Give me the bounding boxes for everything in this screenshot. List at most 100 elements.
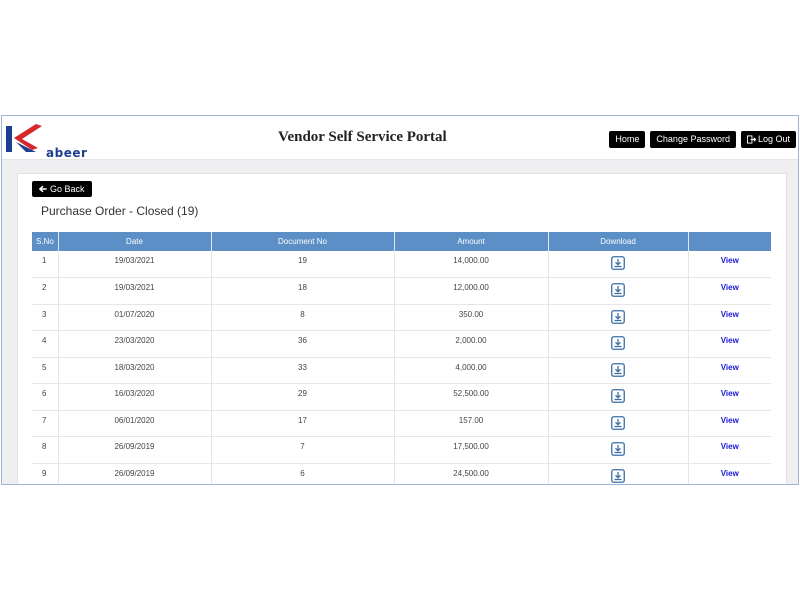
app-window: abeer Vendor Self Service Portal Home Ch… [1,115,799,485]
cell-amount: 350.00 [394,304,549,331]
table-row: 2 19/03/2021 18 12,000.00 View [32,277,771,305]
col-header-amount: Amount [394,232,549,251]
logo-text: abeer [46,146,88,160]
table-row: 9 26/09/2019 6 24,500.00 View [32,463,771,484]
arrow-left-icon [39,185,47,193]
cell-view: View [688,463,771,484]
cell-sno: 5 [32,357,59,384]
logo-mark-icon [6,124,42,152]
logout-button[interactable]: Log Out [740,131,796,148]
top-nav: Home Change Password Log Out [609,131,796,148]
cell-sno: 7 [32,410,59,437]
change-password-button[interactable]: Change Password [650,131,736,148]
table-row: 7 06/01/2020 17 157.00 View [32,410,771,437]
cell-date: 19/03/2021 [58,251,212,278]
col-header-date: Date [58,232,212,251]
cell-date: 23/03/2020 [58,330,212,358]
logout-label: Log Out [757,134,790,144]
cell-date: 06/01/2020 [58,410,212,437]
sign-out-icon [746,135,756,144]
view-link[interactable]: View [721,442,739,451]
cell-download [548,304,689,331]
cell-sno: 6 [32,383,59,411]
cell-date: 19/03/2021 [58,277,212,305]
cell-sno: 2 [32,277,59,305]
view-link[interactable]: View [721,389,739,398]
header: abeer Vendor Self Service Portal Home Ch… [2,116,798,160]
purchase-order-table: S.No Date Document No Amount Download 1 … [32,232,771,484]
table-row: 4 23/03/2020 36 2,000.00 View [32,330,771,358]
cell-view: View [688,304,771,331]
view-link[interactable]: View [721,283,739,292]
col-header-sno: S.No [32,232,59,251]
col-header-action [688,232,771,251]
table-row: 6 16/03/2020 29 52,500.00 View [32,383,771,411]
download-icon[interactable] [611,256,625,270]
download-icon[interactable] [611,442,625,456]
home-button[interactable]: Home [609,131,646,148]
go-back-label: Go Back [50,184,85,194]
table-header-row: S.No Date Document No Amount Download [32,232,771,251]
cell-date: 18/03/2020 [58,357,212,384]
cell-download [548,251,689,278]
content-panel: Go Back Purchase Order - Closed (19) S.N… [17,173,787,484]
cell-view: View [688,436,771,464]
cell-document-no: 33 [211,357,395,384]
table-row: 8 26/09/2019 7 17,500.00 View [32,436,771,464]
cell-sno: 1 [32,251,59,278]
cell-date: 01/07/2020 [58,304,212,331]
cell-view: View [688,277,771,305]
table-row: 5 18/03/2020 33 4,000.00 View [32,357,771,384]
cell-document-no: 19 [211,251,395,278]
cell-view: View [688,251,771,278]
download-icon[interactable] [611,362,625,377]
cell-download [548,463,689,484]
cell-download [548,277,689,305]
cell-download [548,357,689,384]
cell-document-no: 6 [211,463,395,484]
cell-amount: 17,500.00 [394,436,549,464]
page-title: Vendor Self Service Portal [278,129,447,145]
view-link[interactable]: View [721,310,739,319]
kabeer-logo: abeer [6,122,106,160]
cell-document-no: 36 [211,330,395,358]
cell-view: View [688,357,771,384]
cell-date: 26/09/2019 [58,463,212,484]
view-link[interactable]: View [721,363,739,372]
cell-document-no: 17 [211,410,395,437]
view-link[interactable]: View [721,469,739,478]
cell-document-no: 18 [211,277,395,305]
cell-view: View [688,383,771,411]
cell-sno: 4 [32,330,59,358]
cell-document-no: 7 [211,436,395,464]
home-button-label: Home [615,134,640,144]
cell-date: 26/09/2019 [58,436,212,464]
download-icon[interactable] [611,283,625,297]
view-link[interactable]: View [721,416,739,425]
go-back-button[interactable]: Go Back [32,181,92,197]
cell-amount: 24,500.00 [394,463,549,484]
cell-download [548,410,689,437]
download-icon[interactable] [611,415,625,430]
view-link[interactable]: View [721,256,739,265]
download-icon[interactable] [611,309,625,324]
cell-document-no: 8 [211,304,395,331]
cell-amount: 52,500.00 [394,383,549,411]
download-icon[interactable] [611,336,625,350]
table-row: 1 19/03/2021 19 14,000.00 View [32,251,771,278]
cell-document-no: 29 [211,383,395,411]
cell-sno: 3 [32,304,59,331]
cell-download [548,383,689,411]
cell-amount: 157.00 [394,410,549,437]
cell-amount: 2,000.00 [394,330,549,358]
purchase-order-title: Purchase Order - Closed (19) [41,204,199,218]
cell-view: View [688,410,771,437]
cell-amount: 12,000.00 [394,277,549,305]
view-link[interactable]: View [721,336,739,345]
download-icon[interactable] [611,468,625,483]
cell-amount: 14,000.00 [394,251,549,278]
cell-sno: 9 [32,463,59,484]
table-row: 3 01/07/2020 8 350.00 View [32,304,771,331]
download-icon[interactable] [611,389,625,403]
cell-download [548,436,689,464]
